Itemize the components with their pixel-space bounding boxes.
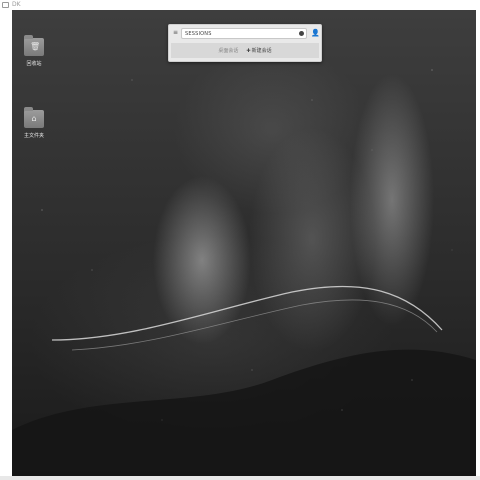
new-session-button[interactable]: ✚新建会话 [246, 48, 271, 54]
host-window-title: DK [12, 1, 21, 8]
menu-icon[interactable]: ≡ [173, 30, 178, 36]
trash-icon: 🗑 [30, 42, 41, 51]
search-query: SESSIONS [185, 31, 212, 37]
desktop-session-button[interactable]: 桌面会话 [218, 48, 238, 54]
desktop-icon-trash[interactable]: 🗑 回收站 [14, 35, 54, 67]
search-input[interactable]: SESSIONS [181, 28, 307, 39]
new-session-label: 新建会话 [251, 47, 272, 54]
user-icon[interactable]: 👤 [311, 29, 320, 37]
home-folder-icon: ⌂ [24, 107, 44, 128]
window-icon [2, 2, 9, 8]
plus-icon: ✚ [246, 47, 251, 54]
desktop-icon-home-folder[interactable]: ⌂ 主文件夹 [14, 107, 54, 139]
desktop: 🗑 回收站 ⌂ 主文件夹 ≡ SESSIONS 👤 桌面会话 ✚新建会话 [12, 10, 476, 476]
wallpaper-wave [12, 59, 476, 476]
home-icon: ⌂ [31, 114, 37, 123]
host-taskbar [0, 476, 480, 480]
host-window-titlebar: DK [0, 0, 480, 10]
session-actions: 桌面会话 ✚新建会话 [171, 43, 319, 58]
desktop-icon-label: 回收站 [26, 61, 42, 67]
clear-icon[interactable] [299, 31, 304, 36]
trash-folder-icon: 🗑 [24, 35, 44, 56]
desktop-icon-label: 主文件夹 [23, 133, 44, 139]
search-row: ≡ SESSIONS 👤 [171, 27, 320, 40]
session-search-panel: ≡ SESSIONS 👤 桌面会话 ✚新建会话 [168, 24, 322, 62]
